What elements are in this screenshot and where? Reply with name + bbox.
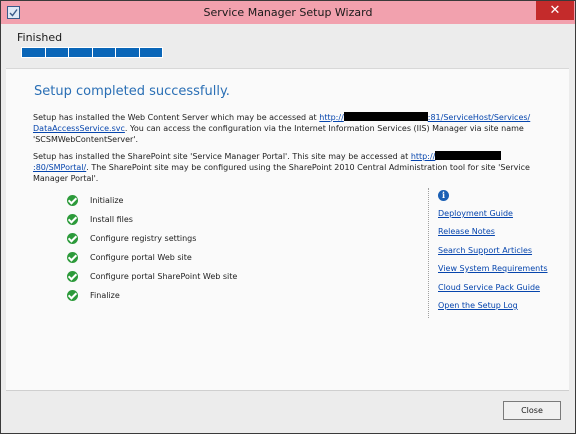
progress-bar [21, 47, 163, 58]
search-support-articles-link[interactable]: Search Support Articles [438, 246, 532, 255]
progress-segment [22, 48, 45, 57]
cloud-service-pack-guide-link[interactable]: Cloud Service Pack Guide [438, 283, 540, 292]
window-close-icon[interactable]: ✕ [536, 1, 574, 20]
check-icon [67, 194, 78, 206]
help-divider [428, 188, 430, 318]
release-notes-link[interactable]: Release Notes [438, 227, 495, 236]
redacted-host [343, 112, 428, 121]
info-icon: i [438, 190, 449, 201]
page-title: Setup completed successfully. [34, 84, 230, 99]
step-item: Configure registry settings [67, 232, 196, 244]
close-button[interactable]: Close [503, 401, 561, 420]
check-icon [67, 251, 78, 263]
step-item: Initialize [67, 194, 123, 206]
deployment-guide-link[interactable]: Deployment Guide [438, 209, 513, 218]
step-item: Configure portal Web site [67, 251, 192, 263]
check-icon [67, 232, 78, 244]
step-item: Install files [67, 213, 133, 225]
step-item: Finalize [67, 289, 120, 301]
p1-text-start: Setup has installed the Web Content Serv… [33, 113, 320, 122]
window-title: Service Manager Setup Wizard [203, 6, 373, 19]
view-system-requirements-link[interactable]: View System Requirements [438, 264, 548, 273]
title-bar[interactable]: Service Manager Setup Wizard ✕ [1, 1, 575, 24]
footer-divider [6, 390, 569, 391]
check-icon [67, 270, 78, 282]
stage-label: Finished [17, 31, 63, 44]
web-content-server-paragraph: Setup has installed the Web Content Serv… [33, 112, 543, 145]
sharepoint-paragraph: Setup has installed the SharePoint site … [33, 151, 543, 184]
check-icon [67, 289, 78, 301]
redacted-host [435, 151, 502, 160]
check-icon [67, 213, 78, 225]
p2-text-start: Setup has installed the SharePoint site … [33, 152, 411, 161]
step-item: Configure portal SharePoint Web site [67, 270, 237, 282]
progress-segment [45, 48, 68, 57]
progress-segment [139, 48, 162, 57]
progress-segment [92, 48, 115, 57]
progress-segment [69, 48, 92, 57]
progress-segment [116, 48, 139, 57]
open-setup-log-link[interactable]: Open the Setup Log [438, 301, 518, 310]
p2-text-end: . The SharePoint site may be configured … [33, 163, 530, 183]
wizard-header [6, 24, 569, 64]
